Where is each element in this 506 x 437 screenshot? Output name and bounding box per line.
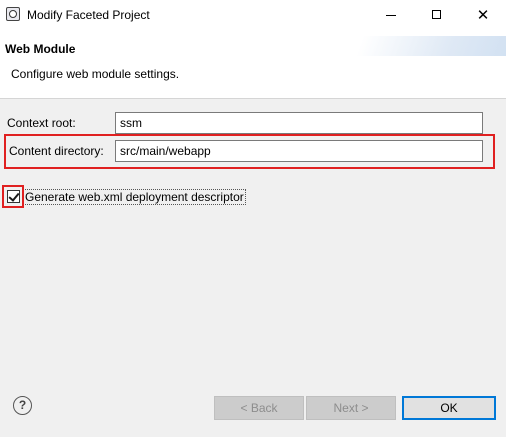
- close-icon: ✕: [476, 7, 490, 24]
- wizard-header: Web Module Configure web module settings…: [0, 30, 506, 99]
- minimize-button[interactable]: [368, 0, 414, 30]
- help-icon[interactable]: ?: [13, 396, 32, 415]
- context-root-input[interactable]: ssm: [115, 112, 483, 134]
- eclipse-icon: [6, 7, 20, 21]
- checkbox-highlight-annotation: [2, 185, 24, 208]
- maximize-button[interactable]: [414, 0, 460, 30]
- context-root-label: Context root:: [7, 116, 76, 130]
- next-button[interactable]: Next >: [306, 396, 396, 420]
- highlight-annotation: [4, 134, 495, 169]
- close-button[interactable]: ✕: [460, 0, 506, 30]
- back-button[interactable]: < Back: [214, 396, 304, 420]
- page-title: Web Module: [5, 42, 76, 56]
- window-title: Modify Faceted Project: [27, 8, 150, 22]
- wizard-content: Context root: ssm Content directory: src…: [0, 99, 506, 437]
- generate-descriptor-label[interactable]: Generate web.xml deployment descriptor: [23, 189, 246, 205]
- ok-button[interactable]: OK: [402, 396, 496, 420]
- header-banner: [356, 36, 506, 56]
- title-bar: Modify Faceted Project ✕: [0, 0, 506, 30]
- page-description: Configure web module settings.: [11, 67, 180, 81]
